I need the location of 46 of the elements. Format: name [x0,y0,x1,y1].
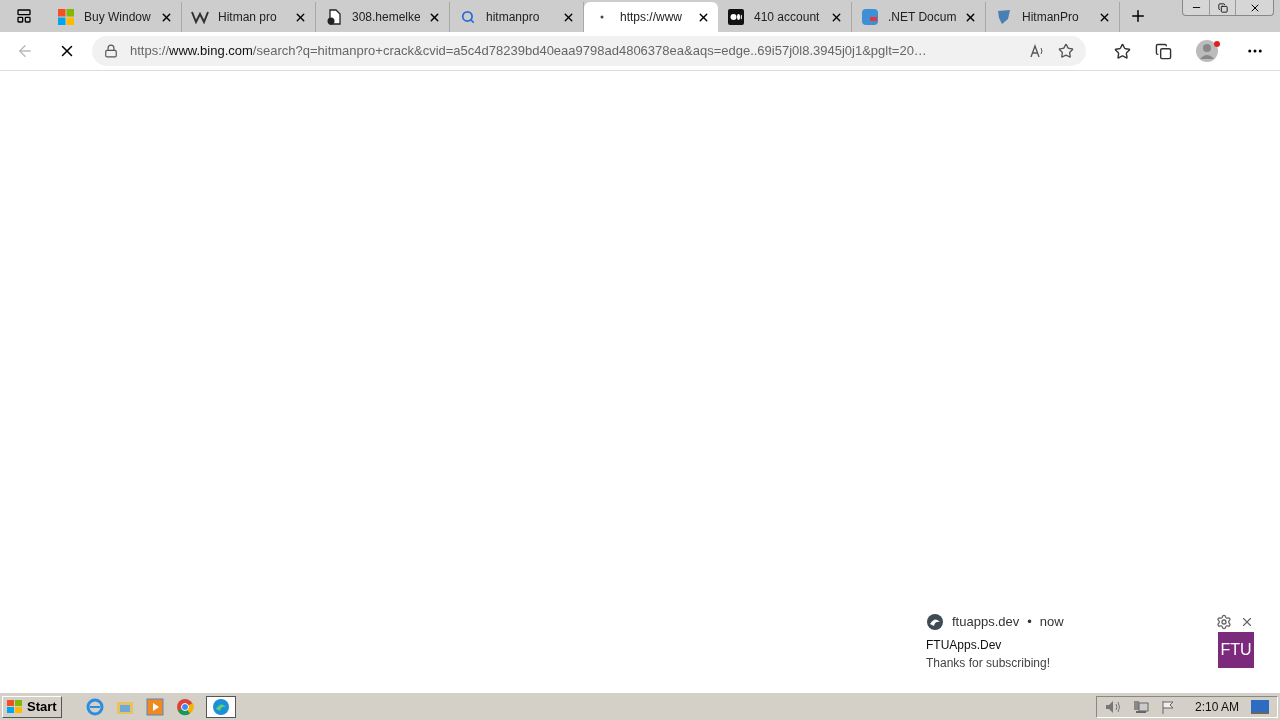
tab-title: Buy Window [84,9,152,26]
tab-title: 410 account [754,9,821,26]
tab-title: .NET Docum [888,9,956,26]
app-logo-icon [862,9,878,25]
notification-body: Thanks for subscribing! [926,654,1052,672]
tab-title: https://www [620,9,683,26]
browser-tab[interactable]: https://www [584,2,718,32]
lock-icon [104,44,118,58]
tab-title: HitmanPro [1022,9,1080,26]
tab-panel-icon [16,8,32,24]
separator-dot: • [1027,613,1032,631]
settings-icon[interactable] [1216,613,1232,630]
browser-logo-icon [211,697,230,716]
notification-title: FTUApps.Dev [926,636,1003,654]
chrome-logo-icon[interactable] [175,697,194,716]
w-logo-icon [191,10,209,24]
add-favorite-icon[interactable] [1058,43,1074,59]
clock[interactable]: 2:10 AM [1194,697,1239,716]
app-badge: FTU [1218,631,1254,668]
windows-flag-icon [7,699,23,714]
notification-source: ftuapps.dev [952,613,1020,631]
speaker-icon[interactable] [1104,699,1121,714]
network-icon[interactable] [1132,699,1149,714]
tab-title: 308.hemelke [352,9,420,26]
collections-icon[interactable] [1155,42,1172,60]
address-field[interactable]: https://www.bing.com/search?q=hitmanpro+crack&cvid=a5c4d78239bd40eaa9798ad4806378ea&aqs=edge..69i57j0l8.3945j0j1&pglt=20… [92,36,1086,66]
windows-logo-icon [58,9,74,25]
tab-title: Hitman pro [218,9,278,26]
browser-logo-icon [926,612,944,631]
flag-icon[interactable] [1160,699,1175,714]
notification-time: now [1039,613,1064,631]
tab-title: hitmanpro [486,9,541,26]
url-text: https://www.bing.com/search?q=hitmanpro+crack&cvid=a5c4d78239bd40eaa9798ad4806378ea&aqs=edge..69i57j0l8.3945j0j1&pglt=20… [130,42,928,61]
media-player-icon[interactable] [145,697,164,716]
show-desktop-icon[interactable] [1251,699,1269,714]
plus-icon [1129,7,1147,25]
taskbar-button[interactable] [205,695,236,718]
start-button[interactable]: Start [2,695,62,718]
document-icon [326,9,342,25]
medium-logo-icon [728,9,744,25]
favorites-icon[interactable] [1114,42,1131,60]
read-aloud-icon[interactable] [1030,44,1046,58]
loading-dot-icon [599,14,605,20]
search-icon [461,10,475,24]
shield-logo-icon [996,9,1012,25]
profile-avatar-icon[interactable] [1196,39,1222,63]
